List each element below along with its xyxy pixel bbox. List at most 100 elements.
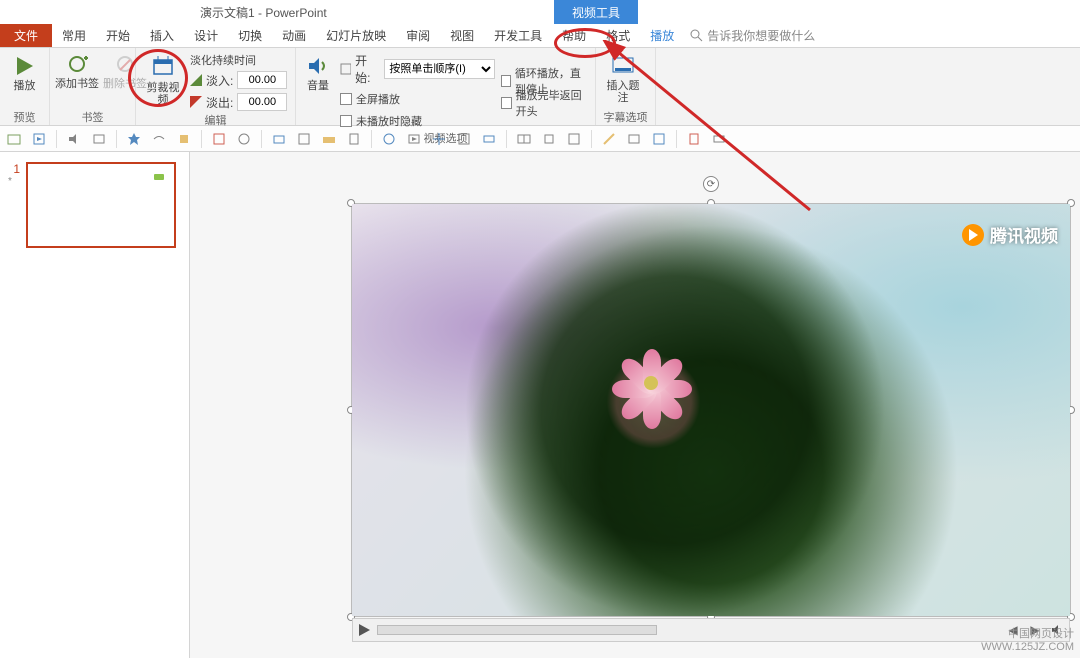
- qat-tool[interactable]: [66, 131, 82, 147]
- tab-animation[interactable]: 动画: [272, 24, 316, 47]
- qat-tool[interactable]: [151, 131, 167, 147]
- search-icon: [690, 29, 703, 42]
- rewind-label: 播放完毕返回开头: [516, 87, 589, 119]
- play-label: 播放: [14, 80, 36, 92]
- qat-tool[interactable]: [381, 131, 397, 147]
- video-object[interactable]: ⟳ 腾讯视频: [352, 204, 1070, 616]
- contextual-tab-video-tools: 视频工具: [554, 0, 638, 24]
- bookmark-add-icon: [66, 54, 88, 76]
- qat-tool[interactable]: [31, 131, 47, 147]
- hide-checkbox[interactable]: 未播放时隐藏: [340, 112, 495, 130]
- qat-tool[interactable]: [626, 131, 642, 147]
- trim-label: 剪裁视频: [142, 82, 184, 106]
- start-select[interactable]: 按照单击顺序(I): [384, 59, 495, 79]
- trim-video-button[interactable]: 剪裁视频: [142, 50, 184, 106]
- tab-help[interactable]: 帮助: [552, 24, 596, 47]
- tab-devtools[interactable]: 开发工具: [484, 24, 552, 47]
- start-icon: [340, 63, 351, 75]
- qat-tool[interactable]: [541, 131, 557, 147]
- remove-bookmark-button: 删除书签: [104, 50, 146, 90]
- tab-home[interactable]: 开始: [96, 24, 140, 47]
- qat-tool[interactable]: [346, 131, 362, 147]
- tab-design[interactable]: 设计: [184, 24, 228, 47]
- qat-tool[interactable]: [126, 131, 142, 147]
- fade-in-label: 淡入:: [206, 72, 233, 89]
- tab-review[interactable]: 审阅: [396, 24, 440, 47]
- caption-icon: [611, 54, 635, 78]
- qat-tool[interactable]: [686, 131, 702, 147]
- hide-label: 未播放时隐藏: [356, 113, 422, 129]
- ribbon: 播放 预览 添加书签 删除书签 书签 剪裁视频 淡化持续时间: [0, 48, 1080, 126]
- insert-caption-button[interactable]: 插入题注: [602, 50, 644, 104]
- fade-duration-label: 淡化持续时间: [190, 52, 287, 68]
- tab-playback[interactable]: 播放: [640, 24, 684, 47]
- animation-indicator-icon: *: [8, 176, 20, 187]
- video-progress-track[interactable]: [377, 625, 657, 635]
- rotate-handle[interactable]: ⟳: [703, 176, 719, 192]
- qat-tool[interactable]: [711, 131, 727, 147]
- slide-thumbnail-pane: 1 *: [0, 152, 190, 658]
- tab-format[interactable]: 格式: [596, 24, 640, 47]
- tab-common[interactable]: 常用: [52, 24, 96, 47]
- add-bookmark-label: 添加书签: [55, 78, 99, 90]
- volume-label: 音量: [307, 80, 329, 92]
- slide-thumbnail[interactable]: [26, 162, 176, 248]
- volume-icon: [306, 54, 330, 78]
- fade-out-input[interactable]: [237, 93, 287, 111]
- tab-insert[interactable]: 插入: [140, 24, 184, 47]
- fade-out-label: 淡出:: [206, 94, 233, 111]
- group-caption-label: 字幕选项: [602, 109, 649, 125]
- ribbon-tabs: 文件 常用 开始 插入 设计 切换 动画 幻灯片放映 审阅 视图 开发工具 帮助…: [0, 24, 1080, 48]
- slide-canvas[interactable]: ⟳ 腾讯视频: [190, 152, 1080, 658]
- tab-file[interactable]: 文件: [0, 24, 52, 47]
- video-preview-image: 腾讯视频: [352, 204, 1070, 616]
- video-control-bar: ◀ ▶: [352, 618, 1070, 642]
- fullscreen-label: 全屏播放: [356, 91, 400, 107]
- qat-tool[interactable]: [321, 131, 337, 147]
- bookmark-remove-icon: [114, 54, 136, 76]
- qat-tool[interactable]: [601, 131, 617, 147]
- fade-out-icon: [190, 96, 202, 108]
- play-icon: [13, 54, 37, 78]
- video-play-button[interactable]: [357, 623, 371, 637]
- qat-tool[interactable]: [516, 131, 532, 147]
- thumb-video-icon: [154, 174, 164, 180]
- page-watermark: 中国网页设计 WWW.125JZ.COM: [981, 628, 1074, 654]
- qat-tool[interactable]: [236, 131, 252, 147]
- slide-number: 1: [8, 162, 20, 176]
- qat-tool[interactable]: [651, 131, 667, 147]
- qat-tool[interactable]: [176, 131, 192, 147]
- group-edit-label: 编辑: [142, 112, 289, 128]
- volume-button[interactable]: 音量: [302, 50, 334, 92]
- qat-tool[interactable]: [6, 131, 22, 147]
- qat-tool[interactable]: [211, 131, 227, 147]
- qat-tool[interactable]: [566, 131, 582, 147]
- window-title: 演示文稿1 - PowerPoint: [200, 4, 327, 21]
- tab-view[interactable]: 视图: [440, 24, 484, 47]
- caption-label: 插入题注: [602, 80, 644, 104]
- qat-tool[interactable]: [91, 131, 107, 147]
- qat-tool[interactable]: [271, 131, 287, 147]
- tab-slideshow[interactable]: 幻灯片放映: [316, 24, 396, 47]
- play-preview-button[interactable]: 播放: [6, 50, 43, 92]
- tell-me-label: 告诉我你想要做什么: [707, 27, 815, 44]
- fullscreen-checkbox[interactable]: 全屏播放: [340, 90, 495, 108]
- start-label: 开始:: [355, 52, 380, 86]
- tell-me-search[interactable]: 告诉我你想要做什么: [690, 24, 815, 47]
- qat-tool[interactable]: [296, 131, 312, 147]
- rewind-checkbox[interactable]: 播放完毕返回开头: [501, 94, 589, 112]
- fade-in-input[interactable]: [237, 71, 287, 89]
- qat-tool[interactable]: [431, 131, 447, 147]
- qat-tool[interactable]: [481, 131, 497, 147]
- group-bookmarks-label: 书签: [56, 109, 129, 125]
- qat-tool[interactable]: [406, 131, 422, 147]
- tab-transition[interactable]: 切换: [228, 24, 272, 47]
- add-bookmark-button[interactable]: 添加书签: [56, 50, 98, 90]
- trim-icon: [150, 54, 176, 80]
- fade-in-icon: [190, 74, 202, 86]
- remove-bookmark-label: 删除书签: [103, 78, 147, 90]
- qat-tool[interactable]: [456, 131, 472, 147]
- group-preview-label: 预览: [6, 109, 43, 125]
- tencent-video-icon: [962, 224, 984, 246]
- video-brand-watermark: 腾讯视频: [962, 222, 1058, 247]
